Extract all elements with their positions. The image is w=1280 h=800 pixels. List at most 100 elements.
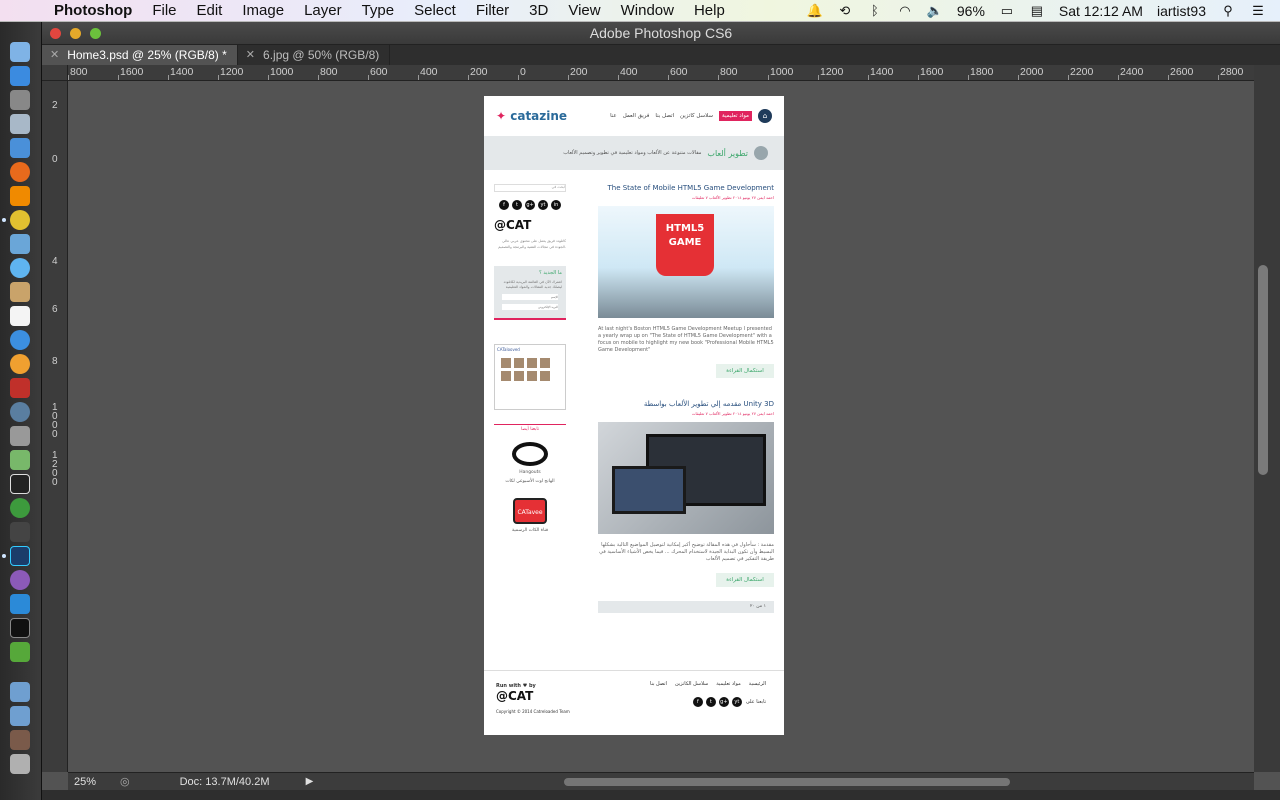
flag-icon[interactable]: ▤ <box>1029 3 1045 18</box>
sidebar-search[interactable]: ابحث في <box>494 184 566 192</box>
xcode-icon[interactable] <box>10 594 30 614</box>
hangouts-logo[interactable] <box>512 442 548 466</box>
system-prefs-icon[interactable] <box>10 90 30 110</box>
contacts-icon[interactable] <box>10 282 30 302</box>
close-tab-icon[interactable]: ✕ <box>50 45 59 65</box>
youtube-icon[interactable]: yt <box>731 697 742 707</box>
app-menu[interactable]: Photoshop <box>54 2 132 19</box>
minimize-window-icon[interactable] <box>70 28 81 39</box>
user-name[interactable]: iartist93 <box>1157 3 1206 19</box>
documents-folder-icon[interactable] <box>10 706 30 726</box>
horizontal-scroll-thumb[interactable] <box>564 778 1010 786</box>
brackets-icon[interactable] <box>10 498 30 518</box>
utorrent-icon[interactable] <box>10 642 30 662</box>
calendar-icon[interactable] <box>10 306 30 326</box>
site-logo[interactable]: ✦ catazine <box>496 109 567 123</box>
twitter-icon[interactable]: t <box>512 200 522 210</box>
footer-link[interactable]: مواد تعليمية <box>716 681 741 687</box>
facebook-icon[interactable]: f <box>692 697 703 707</box>
post-title[interactable]: The State of Mobile HTML5 Game Developme… <box>598 184 774 192</box>
ibooks-icon[interactable] <box>10 354 30 374</box>
reader-icon[interactable] <box>10 378 30 398</box>
utility-icon[interactable] <box>10 426 30 446</box>
close-window-icon[interactable] <box>50 28 61 39</box>
maps-icon[interactable] <box>10 450 30 470</box>
home-icon[interactable]: ⌂ <box>758 109 772 123</box>
menu-help[interactable]: Help <box>684 2 735 19</box>
finder-icon[interactable] <box>10 42 30 62</box>
name-field[interactable] <box>502 294 558 300</box>
messages-icon[interactable] <box>10 258 30 278</box>
catavee-logo[interactable]: CATavee <box>513 498 547 524</box>
vertical-scroll-thumb[interactable] <box>1258 265 1268 475</box>
nav-item[interactable]: سلاسل كاتزين <box>680 113 713 119</box>
vlc-icon[interactable] <box>10 186 30 206</box>
volume-icon[interactable]: 🔈 <box>927 3 943 18</box>
notification-icon[interactable]: 🔔 <box>807 3 823 18</box>
app-store-icon[interactable] <box>10 66 30 86</box>
battery-icon[interactable]: ▭ <box>999 3 1015 18</box>
purple-app-icon[interactable] <box>10 570 30 590</box>
footer-link[interactable]: سلاسل الكاتزين <box>675 681 708 687</box>
status-menu-arrow-icon[interactable]: ▶ <box>306 776 314 787</box>
nav-item[interactable]: مواد تعليمية <box>719 111 752 121</box>
youtube-icon[interactable]: yt <box>538 200 548 210</box>
wifi-icon[interactable]: ◠ <box>897 3 913 18</box>
ruler-corner[interactable] <box>42 65 68 81</box>
bluetooth-icon[interactable]: ᛒ <box>867 3 883 18</box>
itunes-icon[interactable] <box>10 330 30 350</box>
menu-edit[interactable]: Edit <box>187 2 233 19</box>
clock[interactable]: Sat 12:12 AM <box>1059 3 1143 19</box>
post-title[interactable]: مقدمه إلي تطوير الألعاب بواسطة Unity 3D <box>598 400 774 408</box>
nav-item[interactable]: فريق العمل <box>623 113 650 119</box>
unity-icon[interactable] <box>10 474 30 494</box>
facebook-icon[interactable]: f <box>499 200 509 210</box>
applications-folder-icon[interactable] <box>10 682 30 702</box>
zoom-level[interactable]: 25% <box>68 776 120 788</box>
chrome-icon[interactable] <box>10 210 30 230</box>
downloads-stack-icon[interactable] <box>10 730 30 750</box>
email-field[interactable] <box>502 304 558 310</box>
menu-type[interactable]: Type <box>352 2 405 19</box>
menu-image[interactable]: Image <box>232 2 294 19</box>
horizontal-ruler[interactable]: 800 1600 1400 1200 1000 800 600 400 200 0 200 400 60… <box>68 65 1254 81</box>
menu-window[interactable]: Window <box>611 2 684 19</box>
preview-icon[interactable] <box>10 114 30 134</box>
battery-percent[interactable]: 96% <box>957 3 985 19</box>
time-machine-icon[interactable]: ⟲ <box>837 3 853 18</box>
facebook-widget[interactable]: CATalooved <box>494 344 566 410</box>
googleplus-icon[interactable]: g+ <box>525 200 535 210</box>
read-more-button[interactable]: استكمال القراءة <box>716 364 774 378</box>
safari-icon[interactable] <box>10 138 30 158</box>
proof-icon[interactable]: ◎ <box>120 775 130 788</box>
vertical-scrollbar[interactable] <box>1254 65 1280 772</box>
vertical-ruler[interactable]: 2 0 4 6 8 1000 1200 <box>42 81 68 772</box>
list-icon[interactable]: ☰ <box>1250 3 1266 18</box>
menu-filter[interactable]: Filter <box>466 2 519 19</box>
menu-layer[interactable]: Layer <box>294 2 352 19</box>
zoom-window-icon[interactable] <box>90 28 101 39</box>
post-image[interactable] <box>598 422 774 534</box>
menu-select[interactable]: Select <box>404 2 466 19</box>
footer-link[interactable]: اتصل بنا <box>650 681 667 687</box>
post-image[interactable]: HTML5 GAME <box>598 206 774 318</box>
time-machine-dock-icon[interactable] <box>10 402 30 422</box>
tab-6jpg[interactable]: ✕ 6.jpg @ 50% (RGB/8) <box>238 45 391 65</box>
menu-3d[interactable]: 3D <box>519 2 558 19</box>
photo-icon[interactable] <box>10 234 30 254</box>
terminal-icon[interactable] <box>10 618 30 638</box>
instagram-icon[interactable]: in <box>551 200 561 210</box>
tab-home3[interactable]: ✕ Home3.psd @ 25% (RGB/8) * <box>42 45 238 65</box>
firefox-icon[interactable] <box>10 162 30 182</box>
spotlight-icon[interactable]: ⚲ <box>1220 3 1236 18</box>
nav-item[interactable]: عنا <box>610 113 617 119</box>
document-canvas[interactable]: ✦ catazine ⌂ مواد تعليمية سلاسل كاتزين ا… <box>484 96 784 735</box>
footer-link[interactable]: الرئيسية <box>749 681 766 687</box>
menu-view[interactable]: View <box>558 2 610 19</box>
pagination[interactable]: ١ من ٢٠ <box>598 601 774 613</box>
twitter-icon[interactable]: t <box>705 697 716 707</box>
trash-icon[interactable] <box>10 754 30 774</box>
photoshop-icon[interactable] <box>10 546 30 566</box>
menu-file[interactable]: File <box>142 2 186 19</box>
close-tab-icon[interactable]: ✕ <box>246 45 255 65</box>
